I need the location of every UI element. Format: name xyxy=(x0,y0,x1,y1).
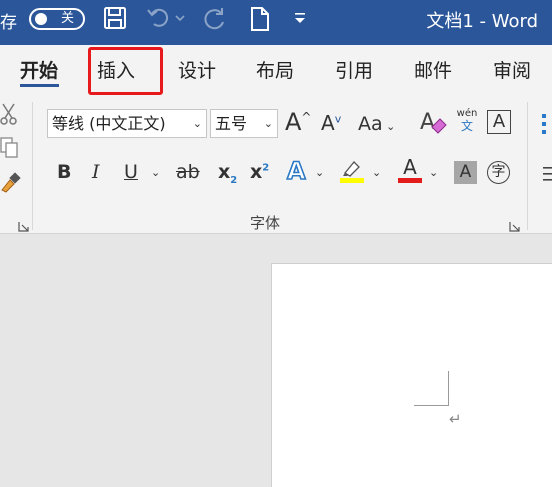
chevron-down-icon[interactable]: ⌄ xyxy=(429,166,438,179)
strikethrough-button[interactable]: ab xyxy=(176,161,200,183)
superscript-button[interactable]: x2 xyxy=(250,161,269,183)
paragraph-mark: ↵ xyxy=(449,410,462,428)
font-name-combo[interactable]: 等线 (中文正文) ⌄ xyxy=(47,109,207,138)
customize-quick-access-icon[interactable] xyxy=(292,10,308,30)
format-painter-icon[interactable] xyxy=(0,170,22,198)
redo-icon[interactable] xyxy=(201,6,227,36)
change-case-glyph: Aa xyxy=(358,113,383,135)
highlight-color-icon[interactable] xyxy=(340,158,366,188)
tab-design[interactable]: 设计 xyxy=(178,56,216,83)
document-page[interactable] xyxy=(271,263,552,487)
font-size-value: 五号 xyxy=(215,114,248,133)
insert-tab-highlight xyxy=(88,47,163,95)
grow-font-glyph: A xyxy=(285,108,302,136)
autosave-state-label: 关 xyxy=(61,11,75,26)
autosave-toggle-knob xyxy=(35,13,47,25)
superscript-index: 2 xyxy=(262,162,270,174)
underline-button[interactable]: U xyxy=(124,161,138,183)
chevron-down-icon[interactable]: ⌄ xyxy=(315,166,324,179)
chevron-down-icon: ⌄ xyxy=(263,117,273,130)
tab-review[interactable]: 审阅 xyxy=(493,56,531,83)
phonetic-bottom: 文 xyxy=(460,119,473,133)
subscript-index: 2 xyxy=(230,174,238,186)
chevron-down-icon[interactable]: ⌄ xyxy=(151,166,160,179)
margin-corner-mark xyxy=(414,405,449,406)
grow-font-button[interactable]: A^ xyxy=(285,108,311,136)
superscript-glyph: x xyxy=(250,161,263,183)
group-divider xyxy=(32,102,33,230)
phonetic-guide-button[interactable]: wén 文 xyxy=(455,108,479,133)
chevron-down-icon: ⌄ xyxy=(382,120,396,133)
tab-mailings[interactable]: 邮件 xyxy=(414,56,452,83)
ribbon-home: 等线 (中文正文) ⌄ 五号 ⌄ A^ Av Aa ⌄ A wén 文 A B … xyxy=(0,96,552,234)
font-size-combo[interactable]: 五号 ⌄ xyxy=(210,109,278,138)
margin-corner-mark xyxy=(448,371,449,405)
clear-formatting-icon[interactable]: A xyxy=(418,109,448,141)
subscript-button[interactable]: x2 xyxy=(218,161,237,186)
undo-icon[interactable] xyxy=(146,6,186,34)
change-case-button[interactable]: Aa ⌄ xyxy=(358,113,395,135)
copy-icon[interactable] xyxy=(0,136,20,164)
new-document-icon[interactable] xyxy=(249,6,271,36)
tab-home[interactable]: 开始 xyxy=(20,56,58,83)
title-bar: 存 关 文档1 - Word xyxy=(0,0,552,45)
italic-button[interactable]: I xyxy=(92,161,100,183)
align-icon[interactable] xyxy=(543,166,552,186)
grow-caret-icon: ^ xyxy=(301,110,312,124)
text-effects-button[interactable]: A xyxy=(286,156,306,186)
tab-layout[interactable]: 布局 xyxy=(256,56,294,83)
enclose-characters-button[interactable]: 字 xyxy=(487,161,510,184)
phonetic-top: wén xyxy=(456,108,478,119)
bullets-icon[interactable] xyxy=(540,112,552,138)
font-group-label: 字体 xyxy=(250,214,281,232)
font-color-glyph: A xyxy=(403,155,417,179)
character-shading-button[interactable]: A xyxy=(454,161,477,184)
shrink-font-glyph: A xyxy=(321,111,335,135)
shrink-font-button[interactable]: Av xyxy=(321,111,341,135)
character-border-button[interactable]: A xyxy=(487,110,511,134)
svg-text:A: A xyxy=(420,110,435,135)
bold-button[interactable]: B xyxy=(57,161,71,183)
save-icon[interactable] xyxy=(103,6,127,34)
tab-references[interactable]: 引用 xyxy=(335,56,373,83)
subscript-glyph: x xyxy=(218,161,231,183)
document-title: 文档1 - Word xyxy=(426,11,538,32)
clipboard-launcher-icon[interactable] xyxy=(18,217,29,236)
ribbon-tabs: 开始 插入 设计 布局 引用 邮件 审阅 xyxy=(0,45,552,96)
chevron-down-icon[interactable]: ⌄ xyxy=(372,166,381,179)
font-name-value: 等线 (中文正文) xyxy=(52,114,166,133)
group-divider xyxy=(527,102,528,230)
active-tab-underline xyxy=(20,84,59,87)
autosave-label: 存 xyxy=(0,13,17,33)
font-dialog-launcher-icon[interactable] xyxy=(509,217,520,236)
shrink-caret-icon: v xyxy=(334,112,342,126)
chevron-down-icon: ⌄ xyxy=(192,117,202,130)
autosave-toggle[interactable]: 关 xyxy=(29,8,85,30)
font-color-button[interactable]: A xyxy=(398,156,422,183)
cut-icon[interactable] xyxy=(0,102,18,130)
